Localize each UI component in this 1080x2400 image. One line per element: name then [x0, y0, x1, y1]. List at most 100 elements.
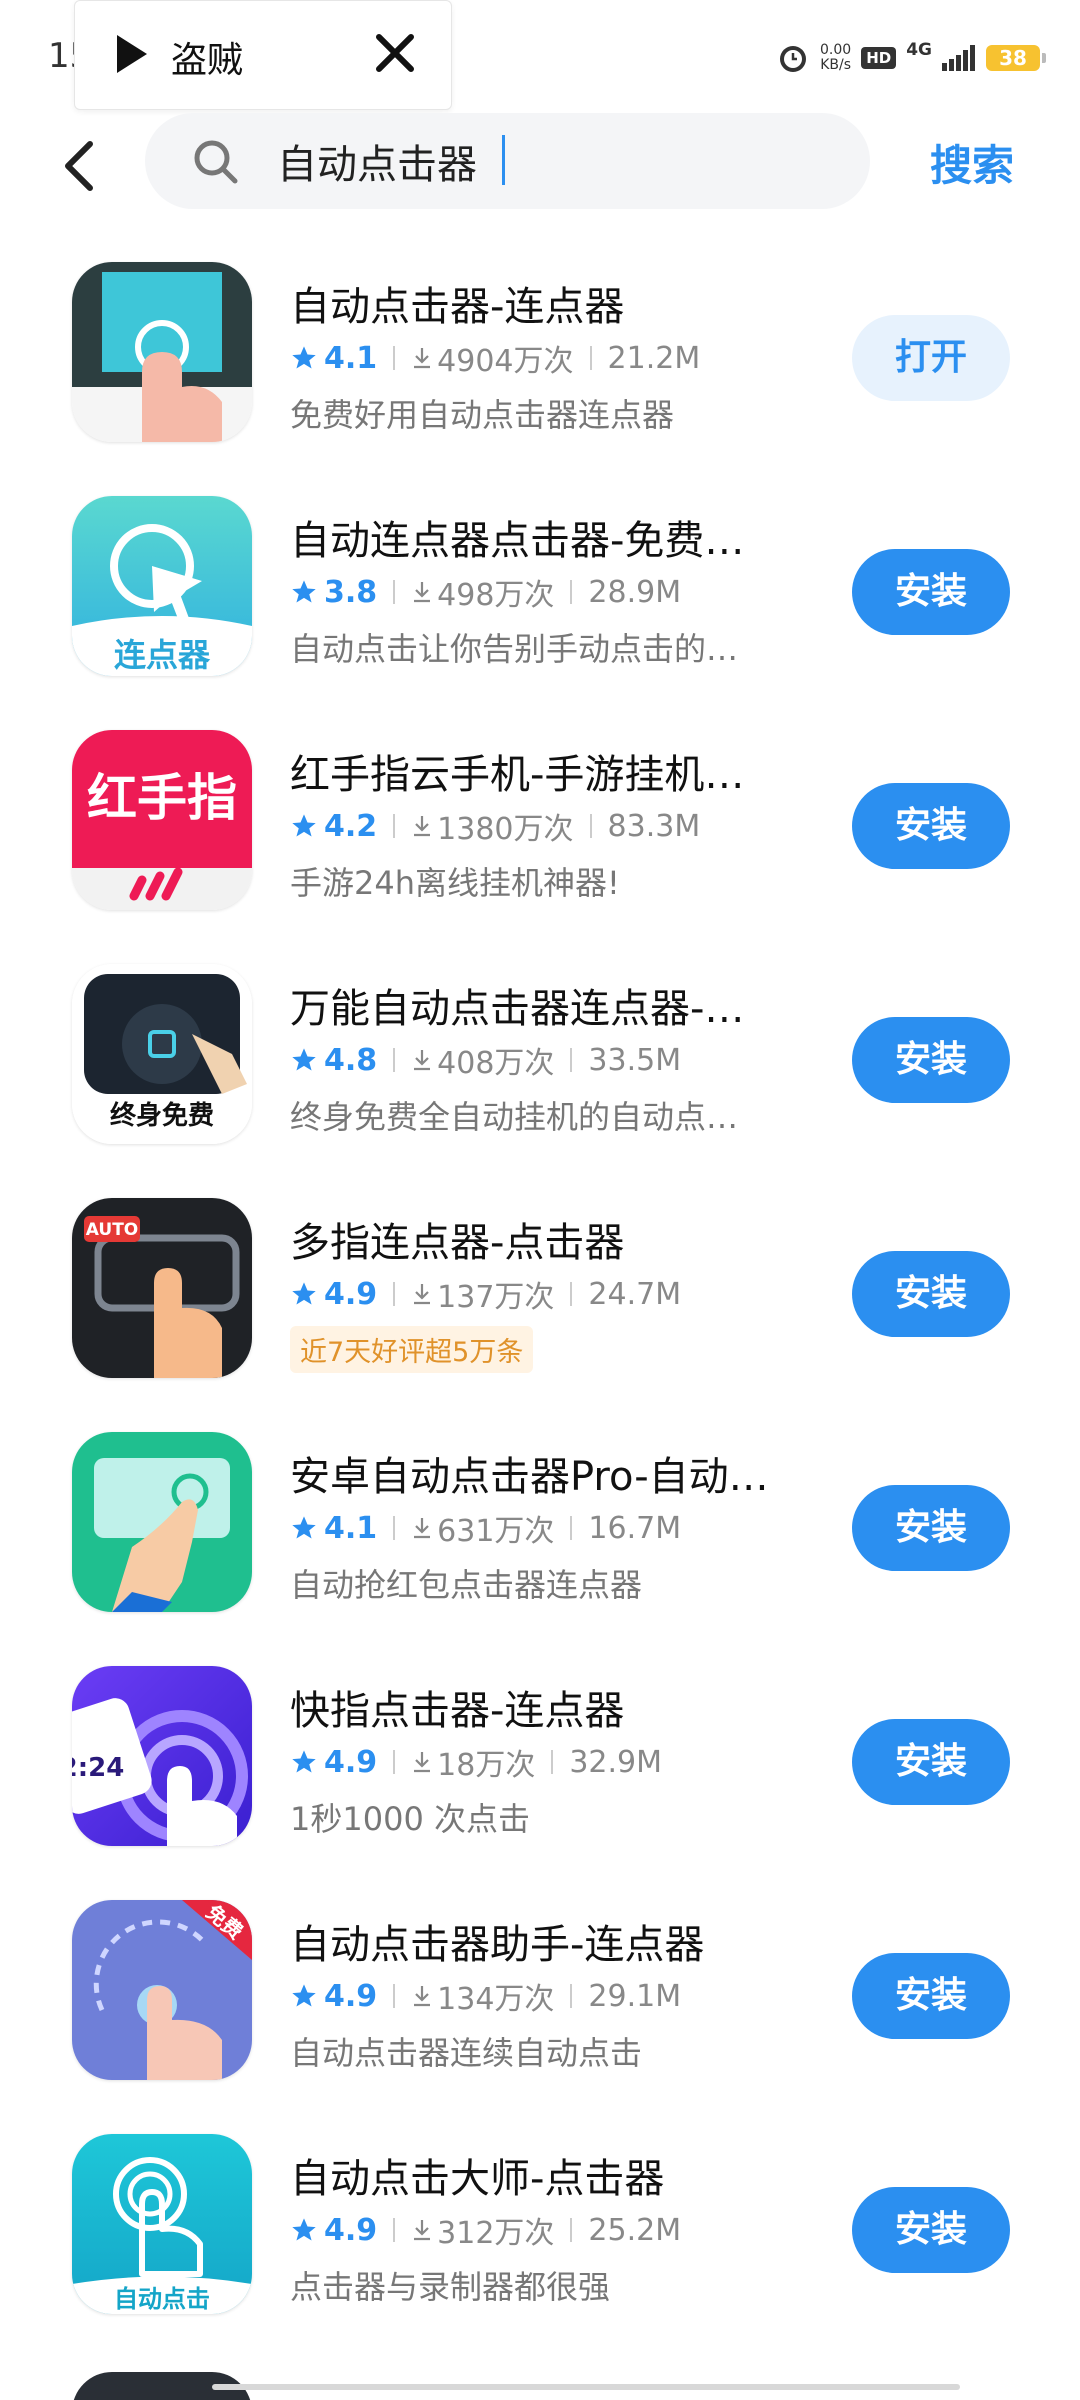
download-icon [414, 1752, 431, 1773]
list-item[interactable]: 终身免费 万能自动点击器连点器-… 4.8 408万次 33.5M 终身免费全自… [0, 942, 1080, 1176]
app-description: 点击器与录制器都很强 [290, 2268, 611, 2306]
download-icon [414, 1050, 431, 1071]
app-icon[interactable]: 免费 [72, 1900, 252, 2080]
text-caret [502, 135, 505, 185]
download-icon [414, 816, 431, 837]
install-button[interactable]: 安装 [852, 1017, 1010, 1103]
download-icon [414, 1518, 431, 1539]
app-size: 28.9M [588, 574, 682, 610]
app-rating: 4.9 [324, 2212, 378, 2248]
app-description: 自动抢红包点击器连点器 [290, 1566, 643, 1604]
hd-badge: HD [861, 47, 897, 69]
click-master-icon: 自动点击 [72, 2134, 252, 2314]
list-item[interactable]: AUTO 多指连点器-点击器 4.9 137万次 24.7M 近7天好评超5万条… [0, 1176, 1080, 1410]
app-icon[interactable]: 自动点击 [72, 2134, 252, 2314]
app-downloads: 18万次 [437, 1748, 536, 1783]
app-rating: 4.2 [324, 808, 378, 844]
app-meta: 3.8 498万次 28.9M [290, 570, 681, 614]
close-icon[interactable] [373, 31, 417, 75]
search-icon [194, 140, 238, 184]
divider [570, 580, 573, 604]
fast-finger-icon: 2:24 [72, 1666, 252, 1846]
signal-icon [942, 45, 975, 71]
app-icon-text: 终身免费 [110, 1100, 214, 1131]
divider [393, 1516, 396, 1540]
list-item[interactable]: 自动点击 自动点击大师-点击器 4.9 312万次 25.2M 点击器与录制器都… [0, 2112, 1080, 2346]
app-meta: 4.2 1380万次 83.3M [290, 804, 700, 848]
open-button[interactable]: 打开 [852, 315, 1010, 401]
green-tap-icon [72, 1432, 252, 1612]
app-size: 32.9M [569, 1744, 663, 1780]
app-rating: 3.8 [324, 574, 378, 610]
app-icon[interactable]: 2:24 [72, 1666, 252, 1846]
divider [570, 1984, 573, 2008]
app-downloads: 134万次 [437, 1982, 555, 2017]
app-description: 手游24h离线挂机神器! [290, 864, 620, 902]
app-size: 16.7M [588, 1510, 682, 1546]
divider [570, 1282, 573, 1306]
divider [393, 580, 396, 604]
app-meta: 4.9 137万次 24.7M [290, 1272, 681, 1316]
app-icon-text: 2:24 [72, 1753, 124, 1783]
app-icon[interactable]: 连点器 [72, 496, 252, 676]
star-icon [292, 2218, 316, 2241]
divider [589, 346, 592, 370]
media-overlay[interactable]: 盗贼 [74, 0, 452, 110]
install-button[interactable]: 安装 [852, 1719, 1010, 1805]
install-button[interactable]: 安装 [852, 2187, 1010, 2273]
app-rating: 4.9 [324, 1276, 378, 1312]
app-icon-text: 连点器 [114, 636, 211, 674]
red-finger-logo-icon: 红手指 [72, 730, 252, 910]
download-icon [414, 582, 431, 603]
app-meta: 4.9 312万次 25.2M [290, 2208, 681, 2252]
app-icon[interactable]: 终身免费 [72, 964, 252, 1144]
app-icon[interactable] [72, 262, 252, 442]
app-meta: 4.1 4904万次 21.2M [290, 336, 700, 380]
list-item[interactable]: 安卓自动点击器Pro-自动… 4.1 631万次 16.7M 自动抢红包点击器连… [0, 1410, 1080, 1644]
play-icon[interactable] [115, 33, 149, 75]
app-name: 多指连点器-点击器 [290, 1220, 625, 1266]
swipe-hand-icon: 免费 [72, 1900, 252, 2080]
search-box[interactable] [145, 113, 870, 209]
divider [551, 1750, 554, 1774]
install-button[interactable]: 安装 [852, 783, 1010, 869]
app-icon-text: AUTO [86, 1220, 139, 1240]
app-description: 免费好用自动点击器连点器 [290, 396, 675, 434]
install-button[interactable]: 安装 [852, 1485, 1010, 1571]
search-button[interactable]: 搜索 [930, 132, 1014, 193]
media-title: 盗贼 [171, 40, 244, 81]
app-meta: 4.9 134万次 29.1M [290, 1974, 681, 2018]
divider [570, 1516, 573, 1540]
list-item[interactable]: 免费 自动点击器助手-连点器 4.9 134万次 29.1M 自动点击器连续自动… [0, 1878, 1080, 2112]
app-description: 1秒1000 次点击 [290, 1800, 530, 1838]
app-rating: 4.9 [324, 1978, 378, 2014]
star-icon [292, 814, 316, 837]
app-name: 自动点击大师-点击器 [290, 2156, 665, 2202]
app-name: 自动点击器-连点器 [290, 284, 625, 330]
download-icon [414, 2220, 431, 2241]
list-item[interactable]: 自动点击器-连点器 4.1 4904万次 21.2M 免费好用自动点击器连点器 … [0, 240, 1080, 474]
app-icon[interactable] [72, 1432, 252, 1612]
install-button[interactable]: 安装 [852, 1953, 1010, 2039]
back-arrow-icon[interactable] [56, 138, 100, 194]
star-icon [292, 580, 316, 603]
search-row: 搜索 [0, 110, 1080, 220]
install-button[interactable]: 安装 [852, 549, 1010, 635]
app-icon[interactable]: AUTO [72, 1198, 252, 1378]
scrollbar[interactable] [212, 2384, 960, 2390]
list-item[interactable]: 红手指 红手指云手机-手游挂机… 4.2 1380万次 83.3M 手游24h离… [0, 708, 1080, 942]
promo-badge: 近7天好评超5万条 [290, 1326, 534, 1373]
app-rating: 4.8 [324, 1042, 378, 1078]
star-icon [292, 1282, 316, 1305]
list-item[interactable]: 连点器 自动连点器点击器-免费… 3.8 498万次 28.9M 自动点击让你告… [0, 474, 1080, 708]
app-icon-text: 自动点击 [114, 2285, 210, 2313]
search-input[interactable] [277, 131, 837, 191]
app-rating: 4.9 [324, 1744, 378, 1780]
app-size: 24.7M [588, 1276, 682, 1312]
app-icon[interactable]: 红手指 [72, 730, 252, 910]
app-icon-text: 红手指 [87, 769, 237, 827]
app-downloads: 408万次 [437, 1046, 555, 1081]
divider [393, 1282, 396, 1306]
install-button[interactable]: 安装 [852, 1251, 1010, 1337]
list-item[interactable]: 2:24 快指点击器-连点器 4.9 18万次 32.9M 1秒1000 次点击… [0, 1644, 1080, 1878]
